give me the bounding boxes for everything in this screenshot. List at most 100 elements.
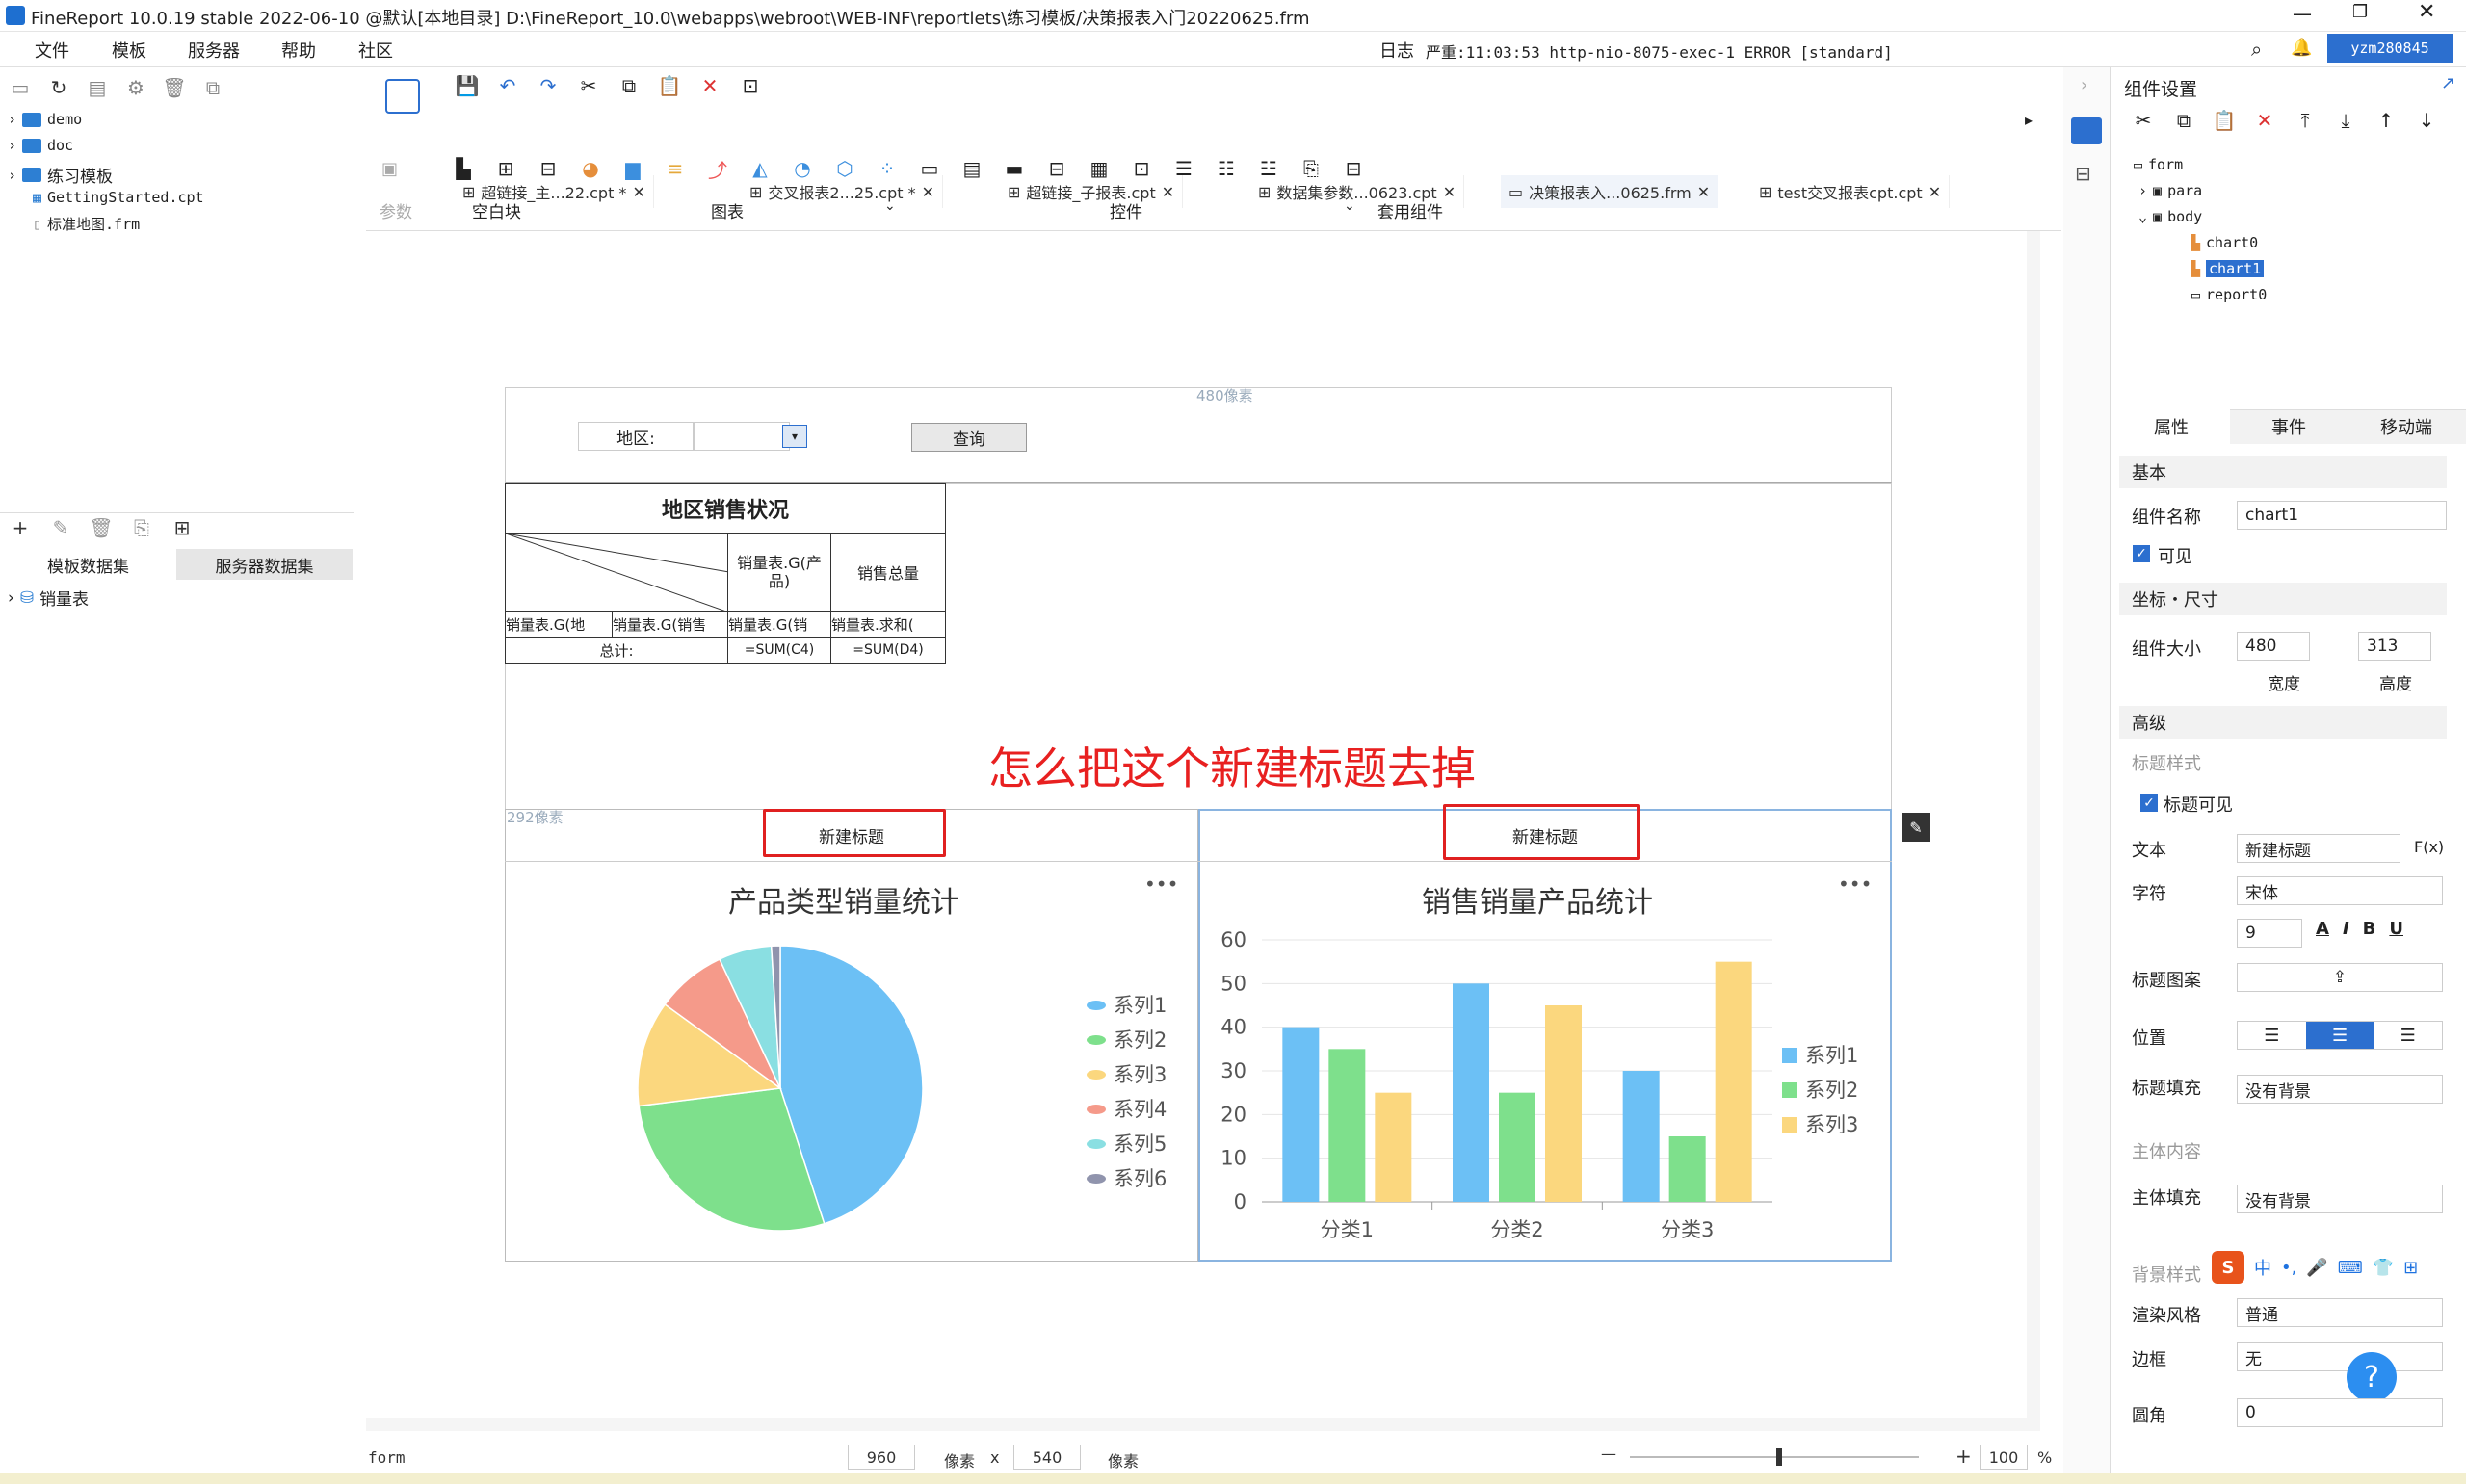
- delete-icon[interactable]: ✕: [2252, 108, 2277, 133]
- legend-item[interactable]: 系列3: [1782, 1107, 1858, 1142]
- vertical-scrollbar[interactable]: [2027, 231, 2040, 1418]
- menu-file[interactable]: 文件: [35, 38, 69, 63]
- region-combo[interactable]: [694, 422, 790, 451]
- form-preview-icon[interactable]: ⊡: [738, 73, 763, 98]
- upload-icon[interactable]: ⇪: [2237, 963, 2443, 992]
- zoom-input[interactable]: 100: [1980, 1445, 2028, 1470]
- new-folder-icon[interactable]: ▭: [8, 75, 33, 100]
- bar[interactable]: [1453, 983, 1489, 1202]
- undo-icon[interactable]: ↶: [495, 73, 520, 98]
- tab-properties[interactable]: 属性: [2112, 409, 2230, 444]
- bold-icon[interactable]: B: [2363, 919, 2376, 939]
- canvas-width-input[interactable]: 960: [848, 1445, 915, 1470]
- tab-file-active[interactable]: ▭ 决策报表入...0625.frm ✕: [1501, 175, 1719, 208]
- move-down-icon[interactable]: ↓: [2414, 108, 2439, 133]
- zoom-slider[interactable]: [1630, 1456, 1919, 1458]
- file-widget-icon[interactable]: ⎘: [1299, 156, 1324, 181]
- menu-template[interactable]: 模板: [112, 38, 146, 63]
- layout-settings-icon[interactable]: ⊟: [2075, 162, 2091, 185]
- delete-icon[interactable]: ✕: [697, 73, 722, 98]
- menu-help[interactable]: 帮助: [281, 38, 316, 63]
- row-cell[interactable]: 销量表.G(销: [727, 611, 831, 638]
- gauge-chart-icon[interactable]: ◔: [790, 156, 815, 181]
- bar[interactable]: [1282, 1027, 1320, 1202]
- tree-chart0[interactable]: ▙ chart0: [2191, 234, 2258, 251]
- dropdown-icon[interactable]: ▾: [782, 425, 807, 448]
- diagonal-header-cell[interactable]: [505, 533, 729, 612]
- bar[interactable]: [1545, 1005, 1582, 1202]
- minimize-icon[interactable]: —: [2293, 2, 2312, 25]
- align-left-icon[interactable]: ☰: [2238, 1022, 2306, 1049]
- close-icon[interactable]: ✕: [1928, 183, 1941, 201]
- formula-button[interactable]: F(x): [2414, 838, 2444, 856]
- preview-icon[interactable]: ⎘: [129, 515, 154, 540]
- combo-widget-icon[interactable]: ⊟: [1044, 156, 1069, 181]
- tab-layout-icon[interactable]: ⊟: [536, 156, 561, 181]
- tree-form[interactable]: ▭ form: [2134, 156, 2183, 173]
- bar-chart-icon[interactable]: ▆: [620, 156, 645, 181]
- number-widget-icon[interactable]: ⊡: [1129, 156, 1154, 181]
- align-center-icon[interactable]: ☰: [2305, 1022, 2374, 1049]
- tree-report0[interactable]: ▭ report0: [2191, 286, 2267, 303]
- row-cell[interactable]: 销量表.G(销售: [612, 611, 728, 638]
- legend-item[interactable]: 系列1: [1782, 1038, 1858, 1073]
- bar[interactable]: [1668, 1136, 1706, 1202]
- paste-icon[interactable]: 📋: [2212, 108, 2237, 133]
- section-basic[interactable]: 基本: [2119, 456, 2447, 488]
- scatter-chart-icon[interactable]: ⁘: [875, 156, 900, 181]
- log-button[interactable]: 日志: [1379, 38, 1414, 63]
- italic-icon[interactable]: I: [2343, 919, 2349, 939]
- bar[interactable]: [1715, 961, 1752, 1202]
- legend-item[interactable]: 系列2: [1782, 1073, 1858, 1107]
- total-cell[interactable]: =SUM(D4): [830, 637, 946, 664]
- cut-icon[interactable]: ✂: [2131, 108, 2156, 133]
- menu-server[interactable]: 服务器: [188, 38, 240, 63]
- tree-item-practice[interactable]: › 练习模板: [8, 163, 113, 188]
- bar-chart[interactable]: 0 10 20 30 40 50 60 分类1 分类2 分类3: [1204, 923, 1782, 1250]
- tree-item-map[interactable]: ▯ 标准地图.frm: [33, 214, 140, 234]
- bell-icon[interactable]: 🔔: [2291, 38, 2312, 58]
- more-icon[interactable]: •••: [1144, 872, 1178, 896]
- legend-item[interactable]: 系列6: [1087, 1161, 1167, 1196]
- tree-item-doc[interactable]: › doc: [8, 137, 73, 154]
- save-icon[interactable]: 💾: [455, 73, 480, 98]
- tab-mobile[interactable]: 移动端: [2348, 409, 2465, 444]
- row-cell[interactable]: 销量表.求和(: [830, 611, 946, 638]
- bar[interactable]: [1375, 1092, 1412, 1202]
- zoom-in-icon[interactable]: +: [1955, 1445, 1972, 1468]
- gantt-chart-icon[interactable]: ≡: [663, 156, 688, 181]
- section-advanced[interactable]: 高级: [2119, 706, 2447, 739]
- delete-icon[interactable]: 🗑: [162, 75, 187, 100]
- row-cell[interactable]: 销量表.G(地: [505, 611, 613, 638]
- close-icon[interactable]: ✕: [1697, 183, 1710, 201]
- name-input[interactable]: chart1: [2237, 501, 2447, 530]
- line-chart-icon[interactable]: ⤴: [705, 156, 730, 182]
- delete-dataset-icon[interactable]: 🗑: [89, 515, 114, 540]
- bar[interactable]: [1622, 1071, 1660, 1202]
- menu-community[interactable]: 社区: [358, 38, 393, 63]
- open-icon[interactable]: ▤: [85, 75, 110, 100]
- restore-icon[interactable]: ❐: [2352, 2, 2368, 22]
- tab-template-dataset[interactable]: 模板数据集: [0, 549, 176, 580]
- apps-icon[interactable]: ⊞: [2403, 1258, 2418, 1278]
- skin-icon[interactable]: 👕: [2373, 1258, 2394, 1278]
- move-up-icon[interactable]: ↑: [2374, 108, 2399, 133]
- total-cell[interactable]: =SUM(C4): [727, 637, 831, 664]
- chevron-down-icon[interactable]: ⌄: [1344, 198, 1355, 214]
- legend-item[interactable]: 系列3: [1087, 1057, 1167, 1092]
- date-widget-icon[interactable]: ▦: [1087, 156, 1112, 181]
- visible-checkbox[interactable]: ✓: [2133, 545, 2150, 562]
- cut-icon[interactable]: ✂: [576, 73, 601, 98]
- chevron-down-icon[interactable]: ⌄: [884, 198, 896, 214]
- font-size-select[interactable]: 9: [2237, 919, 2302, 948]
- section-coord[interactable]: 坐标・尺寸: [2119, 583, 2447, 615]
- move-bottom-icon[interactable]: ⤓: [2333, 108, 2358, 133]
- pie-chart[interactable]: [626, 934, 934, 1242]
- lock-icon[interactable]: ⚙: [123, 75, 148, 100]
- microphone-icon[interactable]: 🎤: [2306, 1258, 2327, 1278]
- redo-icon[interactable]: ↷: [536, 73, 561, 98]
- underline-icon[interactable]: U: [2389, 919, 2403, 939]
- edit-widget-icon[interactable]: ✎: [1902, 813, 1930, 842]
- ime-chinese-icon[interactable]: 中: [2254, 1255, 2271, 1280]
- server-dataset-icon[interactable]: ⊞: [170, 515, 195, 540]
